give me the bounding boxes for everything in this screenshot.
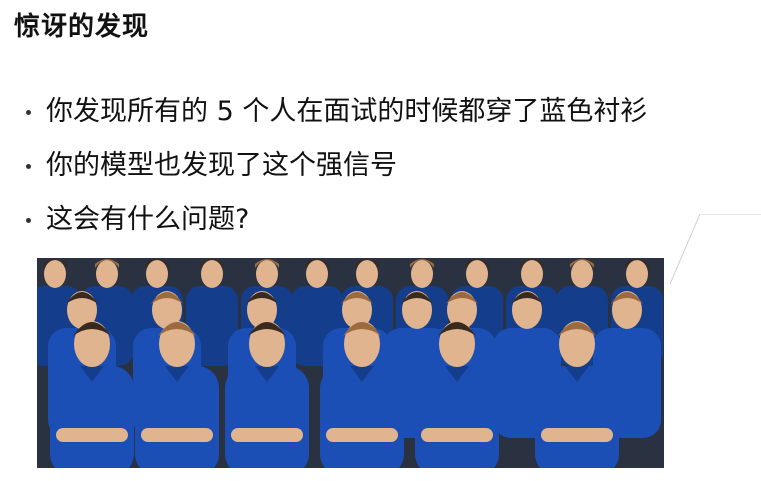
person-arms: [56, 428, 128, 442]
person-arms: [231, 428, 303, 442]
decorative-line: [670, 214, 761, 285]
person-arms: [141, 428, 213, 442]
bullet-dot-icon: [26, 110, 31, 115]
bullet-text: 你的模型也发现了这个强信号: [46, 150, 397, 181]
bullet-text: 这会有什么问题?: [46, 204, 250, 235]
group-photo-icon: [37, 258, 664, 468]
person-face: [44, 260, 66, 288]
bullet-list: 你发现所有的 5 个人在面试的时候都穿了蓝色衬衫 你的模型也发现了这个强信号 这…: [22, 92, 647, 254]
person-arms: [541, 428, 613, 442]
bullet-item: 你发现所有的 5 个人在面试的时候都穿了蓝色衬衫: [22, 92, 647, 146]
bullet-dot-icon: [26, 164, 31, 169]
person-face: [466, 260, 488, 288]
person-arms: [421, 428, 493, 442]
bullet-text: 你发现所有的 5 个人在面试的时候都穿了蓝色衬衫: [46, 96, 648, 127]
person-arms: [326, 428, 398, 442]
bullet-dot-icon: [26, 218, 31, 223]
person-face: [201, 260, 223, 288]
bullet-item: 你的模型也发现了这个强信号: [22, 146, 647, 200]
person-face: [571, 260, 593, 288]
person-face: [626, 260, 648, 288]
person-face: [256, 260, 278, 288]
bullet-item: 这会有什么问题?: [22, 200, 647, 254]
slide-title: 惊讶的发现: [14, 12, 150, 42]
group-photo: [37, 258, 664, 468]
person-face: [411, 260, 433, 288]
person-face: [356, 260, 378, 288]
person-face: [306, 260, 328, 288]
person-face: [146, 260, 168, 288]
person-face: [96, 260, 118, 288]
person-face: [521, 260, 543, 288]
